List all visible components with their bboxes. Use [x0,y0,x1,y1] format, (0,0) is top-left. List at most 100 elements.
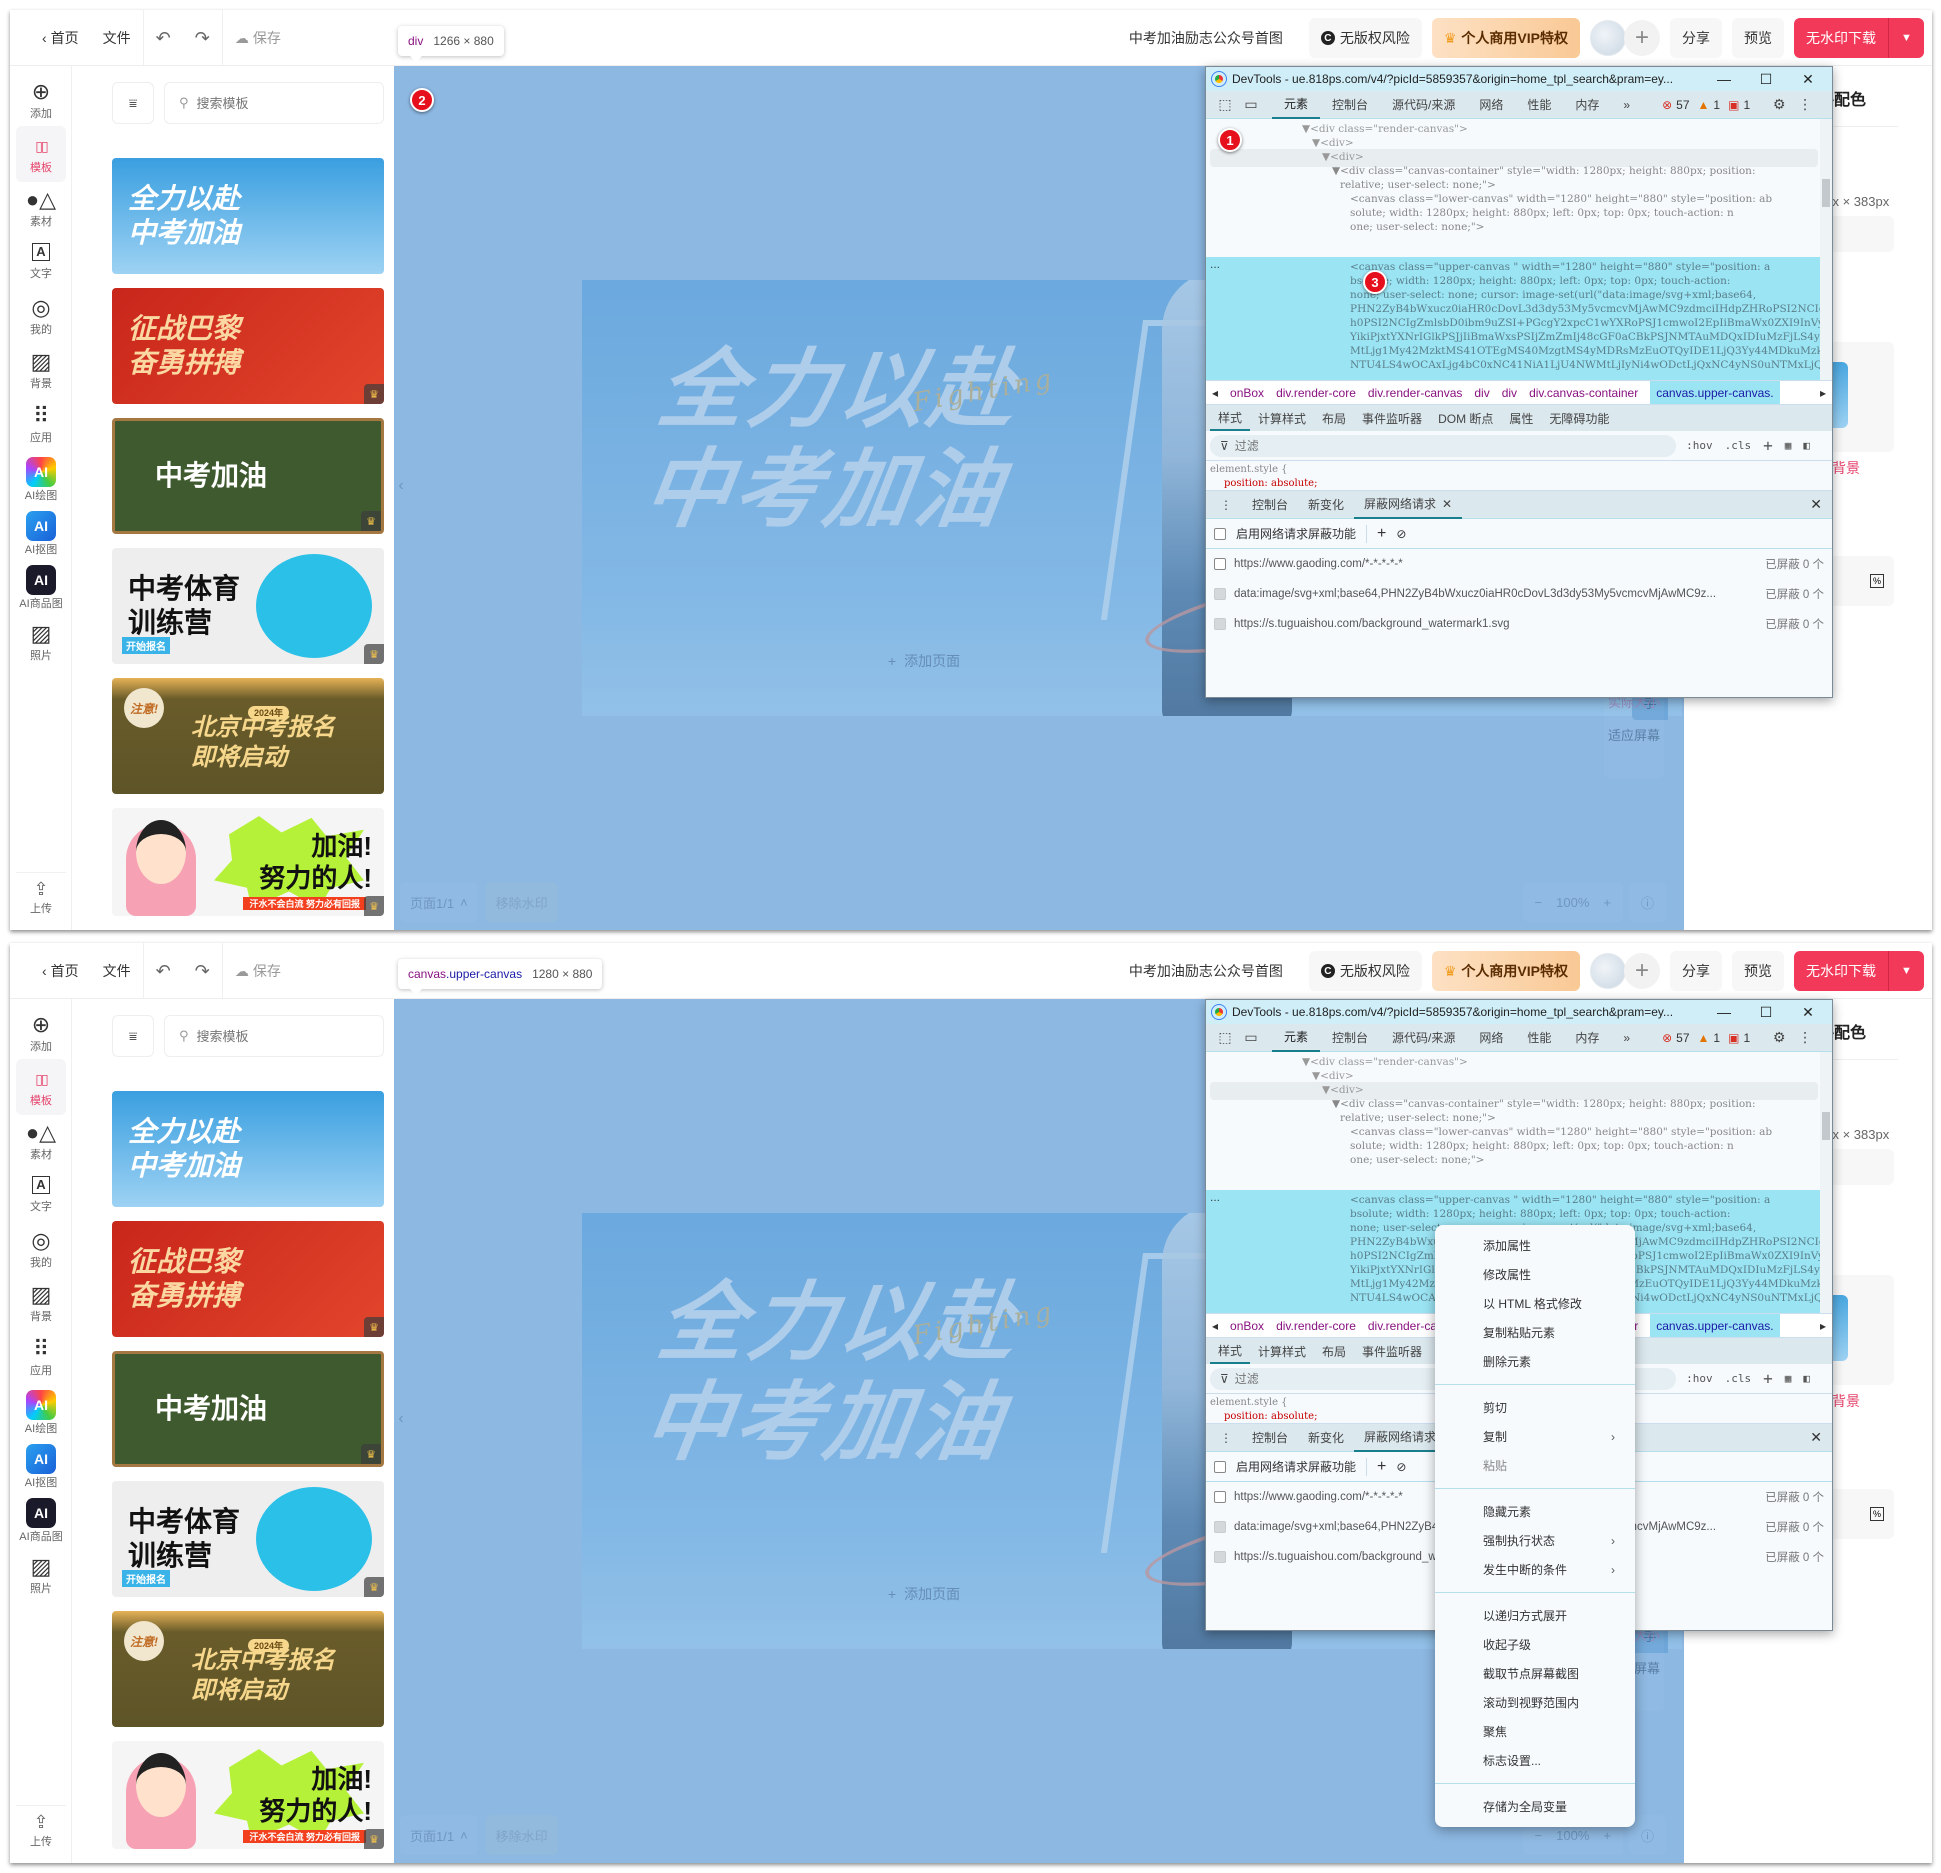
undo-icon[interactable]: ↶ [144,28,183,49]
new-rule-icon[interactable]: + [1763,436,1773,455]
context-menu-item[interactable]: 存储为全局变量 [1435,1792,1635,1821]
drawer-menu-icon[interactable]: ⋮ [1210,1424,1242,1452]
sidebar-toggle-icon[interactable]: ◧ [1803,1372,1810,1385]
add-collaborator-button[interactable]: + [1624,953,1660,989]
breadcrumb-item[interactable]: div.render-core [1276,386,1356,400]
dom-tree[interactable]: ... ▼<div class="render-canvas"> ▼<div> ▼<… [1206,119,1832,381]
template-search[interactable]: ⚲ [164,1015,384,1057]
rail-item-ai-product[interactable]: AI AI商品图 [16,560,66,616]
minimize-button[interactable]: — [1706,71,1742,87]
more-tabs-button[interactable]: » [1611,1024,1642,1052]
devtools-tab[interactable]: 性能 [1515,1024,1563,1052]
devtools-tab[interactable]: 源代码/来源 [1380,91,1467,119]
breadcrumb-item[interactable]: onBox [1230,1319,1264,1333]
breadcrumb-item[interactable]: div [1502,386,1517,400]
dom-scrollbar[interactable] [1820,119,1832,380]
new-rule-icon[interactable]: + [1763,1369,1773,1388]
zoom-level[interactable]: 100% [1556,895,1589,910]
scrollbar-thumb[interactable] [1822,179,1830,207]
breadcrumb-item[interactable]: div [1474,386,1489,400]
rail-item-photo[interactable]: ▨ 照片 [16,614,66,670]
zoom-out-button[interactable]: − [1535,895,1543,910]
rail-item-ai-draw[interactable]: AI AI绘图 [16,452,66,508]
rail-item-photo[interactable]: ▨ 照片 [16,1547,66,1603]
issue-counters[interactable]: ⊗ 57 ▲ 1 ▣ 1 [1662,1031,1750,1045]
rail-item-text[interactable]: A 文字 [16,1167,66,1223]
styles-filter-input[interactable] [1234,1371,1435,1386]
copyright-button[interactable]: C 无版权风险 [1308,18,1422,58]
maximize-button[interactable]: ☐ [1748,71,1784,88]
drawer-menu-icon[interactable]: ⋮ [1210,491,1242,519]
template-card[interactable]: 中考体育 训练营 开始报名 ♛ [112,1481,384,1597]
vip-button[interactable]: ♛ 个人商用VIP特权 [1431,18,1580,58]
styles-subtab[interactable]: 布局 [1314,1338,1354,1364]
sidebar-toggle-icon[interactable]: ◧ [1803,439,1810,452]
styles-subtab[interactable]: 属性 [1501,405,1541,431]
home-button[interactable]: ‹ 首页 [30,10,91,66]
inspect-element-icon[interactable]: ⬚ [1212,96,1238,113]
context-menu-item[interactable]: 添加属性 [1435,1231,1635,1260]
rail-item-user[interactable]: ◎ 我的 [16,288,66,344]
breadcrumb-scroll-left[interactable]: ◂ [1212,1319,1218,1333]
maximize-button[interactable]: ☐ [1748,1004,1784,1021]
breadcrumb-item[interactable]: div.render-core [1276,1319,1356,1333]
kebab-menu-icon[interactable]: ⋮ [1792,1029,1818,1046]
drawer-tab[interactable]: 屏蔽网络请求 ✕ [1354,491,1463,519]
filter-button[interactable]: ⩸ [112,82,154,124]
devtools-tab[interactable]: 元素 [1272,91,1321,119]
fit-screen-button[interactable]: 适应屏幕 [1608,725,1660,744]
breadcrumb-item[interactable]: canvas.upper-canvas. [1650,381,1780,404]
rail-item-template[interactable]: ▯▯ 模板 [16,1059,66,1115]
redo-icon[interactable]: ↷ [183,28,222,49]
remove-watermark-button[interactable]: 移除水印 [485,1815,558,1855]
upload-button[interactable]: ⇪ 上传 [16,1805,66,1855]
undo-icon[interactable]: ↶ [144,961,183,982]
class-toggle[interactable]: .cls [1725,1372,1752,1385]
devtools-tab[interactable]: 内存 [1563,1024,1611,1052]
template-card[interactable]: 中考加油 ♛ [112,418,384,534]
rail-item-user[interactable]: ◎ 我的 [16,1221,66,1277]
devtools-tab[interactable]: 内存 [1563,91,1611,119]
scrollbar-thumb[interactable] [1822,1112,1830,1140]
paint-icon[interactable]: ▦ [1785,1372,1792,1385]
drawer-tab[interactable]: 新变化 [1298,1424,1354,1452]
context-menu-item[interactable]: 复制 › [1435,1422,1635,1451]
add-page-button[interactable]: + 添加页面 [824,1579,1024,1609]
kebab-menu-icon[interactable]: ⋮ [1792,96,1818,113]
download-dropdown[interactable]: ▼ [1888,18,1924,58]
styles-subtab[interactable]: 计算样式 [1250,405,1314,431]
upload-button[interactable]: ⇪ 上传 [16,872,66,922]
share-button[interactable]: 分享 [1670,951,1722,991]
download-dropdown[interactable]: ▼ [1888,951,1924,991]
filter-button[interactable]: ⩸ [112,1015,154,1057]
file-menu[interactable]: 文件 [91,10,143,66]
search-input[interactable] [196,95,347,111]
close-drawer-icon[interactable]: ✕ [1810,496,1828,513]
blocked-pattern-row[interactable]: https://s.tuguaishou.com/background_wate… [1206,609,1832,639]
blocked-pattern-row[interactable]: https://www.gaoding.com/*-*-*-*-* 已屏蔽 0 个 [1206,549,1832,579]
devtools-tab[interactable]: 网络 [1467,91,1515,119]
context-menu-item[interactable]: 以递归方式展开 [1435,1601,1635,1630]
template-card[interactable]: 加油! 努力的人! 汗水不会白流 努力必有回报 ♛ [112,808,384,916]
redo-icon[interactable]: ↷ [183,961,222,982]
device-toggle-icon[interactable]: ▭ [1238,1029,1264,1046]
template-card[interactable]: 征战巴黎 奋勇拼搏 ♛ [112,1221,384,1337]
context-menu-item[interactable]: 滚动到视野范围内 [1435,1688,1635,1717]
context-menu-item[interactable]: 发生中断的条件 › [1435,1555,1635,1584]
context-menu-item[interactable]: 聚焦 [1435,1717,1635,1746]
context-menu-item[interactable]: 强制执行状态 › [1435,1526,1635,1555]
styles-filter-input[interactable] [1234,438,1435,453]
close-tab-icon[interactable]: ✕ [1442,497,1452,511]
context-menu-item[interactable]: 标志设置... [1435,1746,1635,1775]
dom-node-line[interactable]: NTU4LS4wOCAxLjg4bC0xNC41NiA1LjU4NWMtLjIy… [1350,357,1832,374]
styles-subtab[interactable]: 样式 [1210,405,1251,431]
rail-item-apps[interactable]: ⠿ 应用 [16,1329,66,1385]
drawer-tab[interactable]: 新变化 [1298,491,1354,519]
rail-item-ai-cutout[interactable]: AI AI抠图 [16,1439,66,1495]
add-collaborator-button[interactable]: + [1624,20,1660,56]
preview-button[interactable]: 预览 [1732,951,1784,991]
devtools-tab[interactable]: 控制台 [1320,91,1380,119]
transparency-icon[interactable]: % [1870,1507,1884,1521]
styles-subtab[interactable]: 无障碍功能 [1541,405,1617,431]
context-menu-item[interactable]: 以 HTML 格式修改 [1435,1289,1635,1318]
